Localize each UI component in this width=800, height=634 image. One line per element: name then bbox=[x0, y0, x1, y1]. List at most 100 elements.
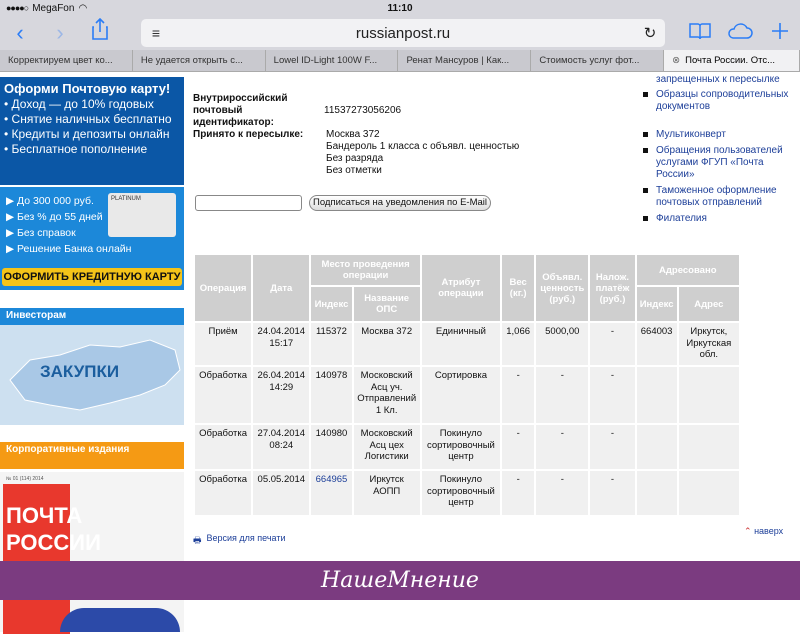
procurement-banner[interactable]: ЗАКУПКИ bbox=[0, 325, 184, 425]
cell-cod: - bbox=[590, 425, 635, 469]
magazine-cover[interactable]: № 01 (114) 2014 ПОЧТА РОССИИ bbox=[0, 472, 184, 634]
tab-active-label: Почта России. Отс... bbox=[685, 55, 776, 66]
close-tab-icon[interactable]: ⊗ bbox=[672, 55, 680, 66]
apply-credit-card-button[interactable]: ОФОРМИТЬ КРЕДИТНУЮ КАРТУ bbox=[2, 268, 182, 286]
right-link[interactable]: Мультиконверт bbox=[643, 129, 793, 141]
cell-index-link[interactable]: 664965 bbox=[311, 471, 352, 515]
reload-icon[interactable]: ↻ bbox=[635, 24, 665, 42]
accepted-line: Без разряда bbox=[326, 153, 384, 164]
book-icon bbox=[689, 23, 711, 40]
subscribe-email-button[interactable]: Подписаться на уведомления по E-Mail bbox=[309, 195, 491, 211]
watermark-footer: НашеМнение bbox=[0, 561, 800, 600]
cell-index: 115372 bbox=[311, 323, 352, 365]
share-button[interactable] bbox=[80, 17, 120, 48]
col-addr-index: Индекс bbox=[636, 287, 677, 321]
forward-button[interactable]: › bbox=[40, 18, 80, 48]
cell-address bbox=[678, 471, 739, 515]
tab-2[interactable]: Не удается открыть с... bbox=[133, 50, 266, 71]
reader-icon[interactable]: ≡ bbox=[141, 25, 171, 41]
url-text: russianpost.ru bbox=[355, 24, 451, 42]
col-index: Индекс bbox=[311, 287, 352, 321]
bullet-icon bbox=[643, 188, 648, 193]
cell-ops-name: Москва 372 bbox=[353, 323, 420, 365]
back-to-top-link[interactable]: ⌃ наверх bbox=[744, 526, 783, 537]
magazine-decoration bbox=[60, 608, 180, 632]
signal-icon: ●●●●○ bbox=[6, 3, 29, 13]
cell-attribute: Покинуло сортировочный центр bbox=[421, 471, 501, 515]
col-cod: Налож. платёж (руб.) bbox=[590, 255, 635, 321]
cell-index: 140980 bbox=[311, 425, 352, 469]
right-link[interactable]: Обращения пользователей услугами ФГУП «П… bbox=[643, 145, 793, 181]
share-icon bbox=[92, 17, 108, 40]
tracking-id-value: 11537273056206 bbox=[324, 105, 402, 116]
tab-active[interactable]: ⊗ Почта России. Отс... bbox=[664, 50, 800, 71]
cell-date: 05.05.2014 bbox=[253, 471, 310, 515]
back-to-top-label: наверх bbox=[754, 526, 784, 536]
ad-item: • Доход — до 10% годовых bbox=[4, 97, 154, 111]
cell-attribute: Единичный bbox=[421, 323, 501, 365]
col-address: Адрес bbox=[678, 287, 739, 321]
cell-date: 27.04.2014 08:24 bbox=[253, 425, 310, 469]
tab-1[interactable]: Корректируем цвет ко... bbox=[0, 50, 133, 71]
tab-4[interactable]: Ренат Мансуров | Как... bbox=[398, 50, 532, 71]
cell-operation: Обработка bbox=[195, 367, 252, 423]
cell-ops-name: Московский Асц цех Логистики bbox=[353, 425, 420, 469]
bookmarks-button[interactable] bbox=[680, 18, 720, 48]
cell-declared: - bbox=[536, 471, 589, 515]
cell-address bbox=[678, 425, 739, 469]
cell-addr-index: 664003 bbox=[636, 323, 677, 365]
bullet-icon bbox=[643, 216, 648, 221]
cell-declared: - bbox=[536, 367, 589, 423]
bullet-icon bbox=[643, 148, 648, 153]
right-link[interactable]: Образцы сопроводительных документов bbox=[643, 89, 793, 113]
corporate-publications-link[interactable]: Корпоративные издания bbox=[0, 442, 184, 469]
ad-item: ▶ Решение Банка онлайн bbox=[6, 243, 132, 255]
cell-ops-name: Иркутск АОПП bbox=[353, 471, 420, 515]
right-link[interactable]: запрещенных к пересылке bbox=[643, 74, 793, 86]
cell-operation: Обработка bbox=[195, 471, 252, 515]
bullet-icon bbox=[643, 132, 648, 137]
col-ops-name: Название ОПС bbox=[353, 287, 420, 321]
bullet-icon bbox=[643, 92, 648, 97]
col-operation: Операция bbox=[195, 255, 252, 321]
accepted-line: Москва 372 bbox=[326, 129, 380, 140]
tab-5[interactable]: Стоимость услуг фот... bbox=[531, 50, 665, 71]
cell-addr-index bbox=[636, 425, 677, 469]
accepted-label: Принято к пересылке: bbox=[193, 129, 304, 140]
wifi-icon: ◠ bbox=[78, 2, 88, 14]
right-link[interactable]: Филателия bbox=[643, 213, 793, 225]
table-row: Обработка 27.04.2014 08:24 140980 Москов… bbox=[195, 425, 739, 469]
cloud-icon bbox=[728, 23, 753, 39]
postal-card-ad[interactable]: Оформи Почтовую карту! • Доход — до 10% … bbox=[0, 77, 184, 185]
tracking-info: Внутрироссийский почтовый идентификатор:… bbox=[193, 72, 638, 252]
credit-card-ad[interactable]: ▶ До 300 000 руб. ▶ Без % до 55 дней ▶ Б… bbox=[0, 187, 184, 290]
magazine-issue: № 01 (114) 2014 bbox=[6, 476, 44, 482]
accepted-line: Без отметки bbox=[326, 165, 382, 176]
icloud-tabs-button[interactable] bbox=[720, 18, 760, 48]
credit-card-image: PLATINUM bbox=[108, 193, 176, 237]
table-row: Приём 24.04.2014 15:17 115372 Москва 372… bbox=[195, 323, 739, 365]
operations-table: Операция Дата Место проведения операции … bbox=[193, 253, 741, 517]
cell-weight: - bbox=[502, 367, 535, 423]
right-link[interactable]: Таможенное оформление почтовых отправлен… bbox=[643, 185, 793, 209]
accepted-details: Москва 372 Бандероль 1 класса с объявл. … bbox=[326, 129, 519, 177]
cell-addr-index bbox=[636, 367, 677, 423]
tab-bar: Корректируем цвет ко... Не удается откры… bbox=[0, 50, 800, 72]
new-tab-button[interactable] bbox=[760, 18, 800, 48]
plus-icon bbox=[772, 23, 788, 39]
cell-date: 24.04.2014 15:17 bbox=[253, 323, 310, 365]
cell-index: 140978 bbox=[311, 367, 352, 423]
cell-weight: 1,066 bbox=[502, 323, 535, 365]
email-field[interactable] bbox=[195, 195, 302, 211]
ad-item: • Бесплатное пополнение bbox=[4, 142, 148, 156]
investors-link[interactable]: Инвесторам bbox=[0, 308, 184, 325]
table-header-row: Операция Дата Место проведения операции … bbox=[195, 255, 739, 321]
arrow-up-icon: ⌃ bbox=[744, 526, 752, 536]
address-bar[interactable]: ≡ russianpost.ru ↻ bbox=[141, 19, 665, 47]
tab-3[interactable]: Lowel ID-Light 100W F... bbox=[266, 50, 399, 71]
print-version-link[interactable]: 🖶 Версия для печати bbox=[193, 533, 286, 549]
back-button[interactable]: ‹ bbox=[0, 18, 40, 48]
cell-address bbox=[678, 367, 739, 423]
col-date: Дата bbox=[253, 255, 310, 321]
col-attribute: Атрибут операции bbox=[421, 255, 501, 321]
